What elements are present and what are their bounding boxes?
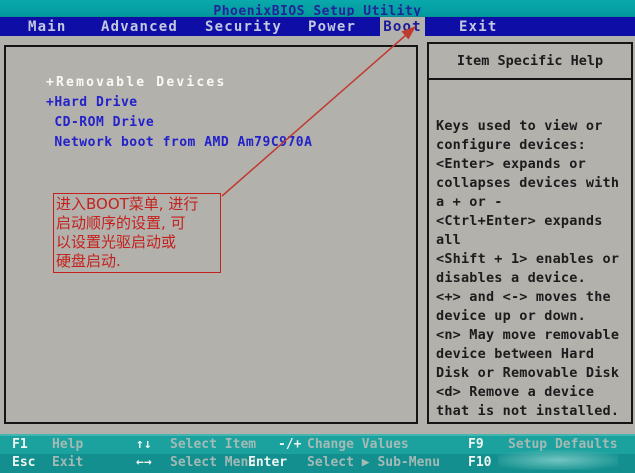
help-line: disables a device. xyxy=(436,269,629,288)
title-bar: PhoenixBIOS Setup Utility xyxy=(0,0,635,16)
help-line: <d> Remove a device xyxy=(436,383,629,402)
tab-exit[interactable]: Exit xyxy=(459,17,498,37)
help-line: Keys used to view or xyxy=(436,117,629,136)
help-line: configure devices: xyxy=(436,136,629,155)
boot-device-network-boot[interactable]: Network boot from AMD Am79C970A xyxy=(46,133,416,153)
help-line: device between Hard xyxy=(436,345,629,364)
annotation-text: 进入BOOT菜单, 进行 xyxy=(56,195,218,214)
help-line: device up or down. xyxy=(436,307,629,326)
item-specific-help-panel: Item Specific Help Keys used to view or … xyxy=(427,42,633,424)
help-line: <n> May move removable xyxy=(436,326,629,345)
boot-device-removable-devices[interactable]: +Removable Devices xyxy=(46,73,416,93)
help-line: <Enter> expands or xyxy=(436,155,629,174)
label-exit: Exit xyxy=(52,454,83,472)
help-line: a + or - xyxy=(436,193,629,212)
key-enter: Enter xyxy=(248,454,287,472)
key-left-right-icon: ←→ xyxy=(136,454,152,472)
erased-watermark-smudge xyxy=(498,450,618,470)
help-line: <Ctrl+Enter> expands xyxy=(436,212,629,231)
help-line: <+> and <-> moves the xyxy=(436,288,629,307)
annotation-note: 进入BOOT菜单, 进行 启动顺序的设置, 可 以设置光驱启动或 硬盘启动. xyxy=(53,193,221,273)
label-change-values: Change Values xyxy=(307,436,409,454)
annotation-text: 启动顺序的设置, 可 xyxy=(56,214,218,233)
label-help: Help xyxy=(52,436,83,454)
help-line: <Shift + 1> enables or xyxy=(436,250,629,269)
bios-setup-screen: { "title_bar": { "title": "PhoenixBIOS S… xyxy=(0,0,635,471)
key-f10: F10 xyxy=(468,454,491,472)
key-minus-plus: -/+ xyxy=(278,436,301,454)
label-select-item: Select Item xyxy=(170,436,256,454)
help-panel-text: Keys used to view or configure devices: … xyxy=(429,80,631,421)
tab-boot[interactable]: Boot xyxy=(380,17,425,37)
tab-security[interactable]: Security xyxy=(205,17,282,37)
help-line: that is not installed. xyxy=(436,402,629,421)
boot-device-hard-drive[interactable]: +Hard Drive xyxy=(46,93,416,113)
tab-power[interactable]: Power xyxy=(308,17,356,37)
tab-advanced[interactable]: Advanced xyxy=(101,17,178,37)
help-line: all xyxy=(436,231,629,250)
label-select-submenu: Select ▶ Sub-Menu xyxy=(307,454,440,472)
menu-bar: Main Advanced Security Power Boot Exit xyxy=(0,16,635,36)
boot-device-list: +Removable Devices +Hard Drive CD-ROM Dr… xyxy=(6,47,416,153)
help-panel-title: Item Specific Help xyxy=(429,44,631,80)
tab-main[interactable]: Main xyxy=(28,17,67,37)
key-f9: F9 xyxy=(468,436,484,454)
annotation-text: 以设置光驱启动或 xyxy=(56,233,218,252)
annotation-text: 硬盘启动. xyxy=(56,252,218,271)
boot-device-cdrom-drive[interactable]: CD-ROM Drive xyxy=(46,113,416,133)
key-up-down-icon: ↑↓ xyxy=(136,436,152,454)
help-line: collapses devices with xyxy=(436,174,629,193)
key-esc: Esc xyxy=(12,454,35,472)
label-select-menu: Select Menu xyxy=(170,454,256,472)
help-line: Disk or Removable Disk xyxy=(436,364,629,383)
key-f1: F1 xyxy=(12,436,28,454)
